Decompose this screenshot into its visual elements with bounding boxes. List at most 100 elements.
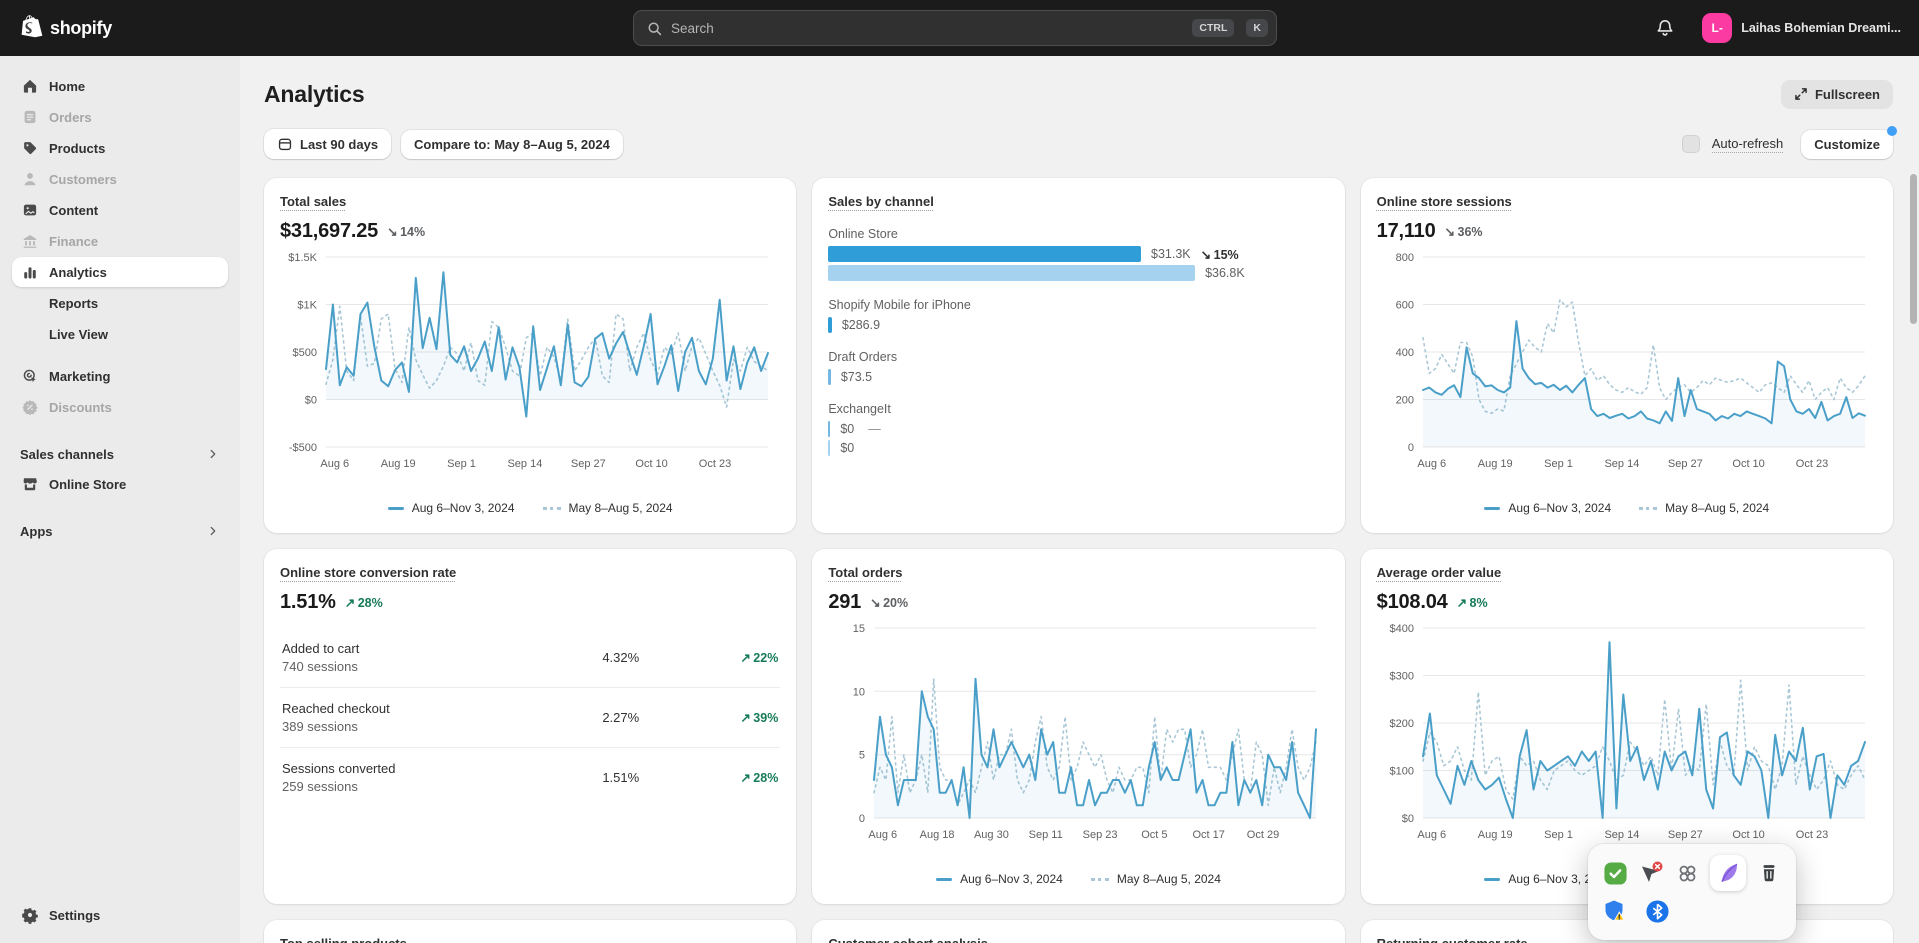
svg-text:Sep 1: Sep 1 — [1544, 458, 1573, 470]
sidebar-item-orders[interactable]: Orders — [12, 102, 228, 132]
highlighter-pen-icon[interactable] — [1710, 855, 1746, 891]
fullscreen-button[interactable]: Fullscreen — [1781, 80, 1893, 109]
line-chart: $1.5K$1K$500$0-$500Aug 6Aug 19Sep 1Sep 1… — [280, 247, 778, 477]
sidebar-item-discounts[interactable]: Discounts — [12, 392, 228, 422]
delta-badge: ↗ 28% — [345, 595, 383, 610]
date-range-button[interactable]: Last 90 days — [264, 129, 391, 159]
legend-item: Aug 6–Nov 3, 2024 — [1484, 501, 1611, 515]
sidebar-item-settings[interactable]: Settings — [12, 900, 228, 930]
date-range-label: Last 90 days — [300, 137, 378, 152]
sidebar-item-home[interactable]: Home — [12, 71, 228, 101]
channel-bar-row: $31.3K↘ 15% — [828, 246, 1328, 262]
svg-text:Aug 6: Aug 6 — [1417, 829, 1446, 841]
card-title[interactable]: Total orders — [828, 565, 902, 580]
auto-refresh-checkbox[interactable] — [1682, 135, 1700, 153]
finance-icon — [20, 231, 40, 251]
sidebar-item-finance[interactable]: Finance — [12, 226, 228, 256]
customer-cohort-analysis-card: Customer cohort analysis — [812, 920, 1344, 943]
svg-text:$200: $200 — [1389, 718, 1413, 730]
extensions-puzzle-icon[interactable] — [1674, 860, 1700, 886]
account-menu[interactable]: L- Laihas Bohemian Dreami... — [1696, 9, 1907, 47]
svg-text:Sep 14: Sep 14 — [1604, 829, 1639, 841]
legend-item: May 8–Aug 5, 2024 — [543, 501, 673, 515]
calendar-icon — [277, 136, 293, 152]
svg-text:Oct 10: Oct 10 — [1732, 829, 1764, 841]
shield-warning-icon[interactable] — [1602, 898, 1628, 924]
legend-marker — [1639, 507, 1657, 510]
sidebar-item-label: Analytics — [49, 265, 107, 280]
svg-text:$400: $400 — [1389, 623, 1413, 635]
legend-label: Aug 6–Nov 3, 2024 — [1508, 501, 1611, 515]
svg-text:Sep 27: Sep 27 — [1668, 458, 1703, 470]
sidebar-section-apps[interactable]: Apps — [12, 517, 228, 545]
sidebar-item-online-store[interactable]: Online Store — [12, 469, 228, 499]
legend-label: May 8–Aug 5, 2024 — [1665, 501, 1769, 515]
chart-legend: Aug 6–Nov 3, 2024 May 8–Aug 5, 2024 — [1377, 497, 1877, 517]
legend-marker — [1484, 878, 1500, 881]
channel-name: Draft Orders — [828, 350, 1328, 364]
top-selling-products-card: Top selling products — [264, 920, 796, 943]
search-icon — [646, 20, 663, 37]
search-input[interactable]: Search CTRL K — [633, 10, 1277, 46]
notifications-button[interactable] — [1648, 11, 1682, 45]
delta-badge: ↘ 36% — [1445, 224, 1483, 239]
main-content: Analytics Fullscreen Last 90 days Compar… — [240, 56, 1919, 943]
legend-item: May 8–Aug 5, 2024 — [1091, 872, 1221, 886]
fullscreen-label: Fullscreen — [1815, 87, 1880, 102]
sidebar-item-customers[interactable]: Customers — [12, 164, 228, 194]
legend-label: Aug 6–Nov 3, 2024 — [412, 501, 515, 515]
channel-bar-value: $0 — [840, 422, 854, 436]
fullscreen-icon — [1794, 87, 1808, 101]
svg-text:Sep 14: Sep 14 — [1604, 458, 1639, 470]
svg-text:Aug 6: Aug 6 — [869, 829, 898, 841]
card-title[interactable]: Total sales — [280, 194, 346, 209]
sidebar-item-marketing[interactable]: Marketing — [12, 361, 228, 391]
svg-text:$0: $0 — [305, 395, 317, 407]
channel-bar-row: $0— — [828, 421, 1328, 437]
card-title[interactable]: Top selling products — [280, 936, 407, 943]
sidebar: Home Orders ProductsCustomersContentFinanc… — [0, 56, 240, 943]
page-title: Analytics — [264, 81, 364, 108]
line-chart: 8006004002000Aug 6Aug 19Sep 1Sep 14Sep 2… — [1377, 247, 1875, 477]
card-title[interactable]: Average order value — [1377, 565, 1502, 580]
funnel-step-rate: 4.32% — [602, 650, 714, 665]
sidebar-item-reports[interactable]: Reports — [12, 288, 228, 318]
compare-to-button[interactable]: Compare to: May 8–Aug 5, 2024 — [401, 130, 623, 159]
bluetooth-icon[interactable] — [1644, 898, 1670, 924]
trash-icon[interactable] — [1756, 860, 1782, 886]
sidebar-item-analytics[interactable]: Analytics — [12, 257, 228, 287]
svg-text:$1K: $1K — [297, 300, 317, 312]
extension-blocked-icon[interactable] — [1638, 860, 1664, 886]
card-title[interactable]: Online store conversion rate — [280, 565, 456, 580]
svg-text:-$500: -$500 — [289, 442, 317, 454]
page-scrollbar-thumb[interactable] — [1910, 174, 1917, 324]
card-title[interactable]: Customer cohort analysis — [828, 936, 988, 943]
customize-button[interactable]: Customize — [1801, 130, 1893, 159]
card-title[interactable]: Online store sessions — [1377, 194, 1512, 209]
card-title[interactable]: Sales by channel — [828, 194, 934, 209]
channel-bar — [828, 246, 1141, 262]
funnel-step-delta: ↗ 39% — [714, 710, 778, 725]
store-icon — [20, 474, 40, 494]
delta-badge: ↘ 14% — [387, 224, 425, 239]
sidebar-section-sales-channels[interactable]: Sales channels — [12, 440, 228, 468]
sidebar-item-label: Orders — [49, 110, 92, 125]
sidebar-item-content[interactable]: Content — [12, 195, 228, 225]
shopify-logo[interactable]: shopify — [0, 14, 112, 42]
sidebar-item-products[interactable]: Products — [12, 133, 228, 163]
svg-text:Sep 23: Sep 23 — [1083, 829, 1118, 841]
line-chart: 151050Aug 6Aug 18Aug 30Sep 11Sep 23Oct 5… — [828, 618, 1326, 848]
delta-badge: ↘ 20% — [870, 595, 908, 610]
svg-text:Oct 5: Oct 5 — [1142, 829, 1168, 841]
channel-bar-value: $31.3K — [1151, 247, 1191, 261]
channel-bar — [828, 369, 831, 385]
card-title[interactable]: Returning customer rate — [1377, 936, 1528, 943]
svg-text:Sep 1: Sep 1 — [1544, 829, 1573, 841]
compare-label: Compare to: May 8–Aug 5, 2024 — [414, 137, 610, 152]
svg-text:Aug 18: Aug 18 — [920, 829, 955, 841]
sidebar-item-live-view[interactable]: Live View — [12, 319, 228, 349]
funnel-step-rate: 1.51% — [602, 770, 714, 785]
auto-refresh-label[interactable]: Auto-refresh — [1712, 136, 1784, 153]
svg-text:0: 0 — [859, 813, 865, 825]
approved-check-icon[interactable] — [1602, 860, 1628, 886]
